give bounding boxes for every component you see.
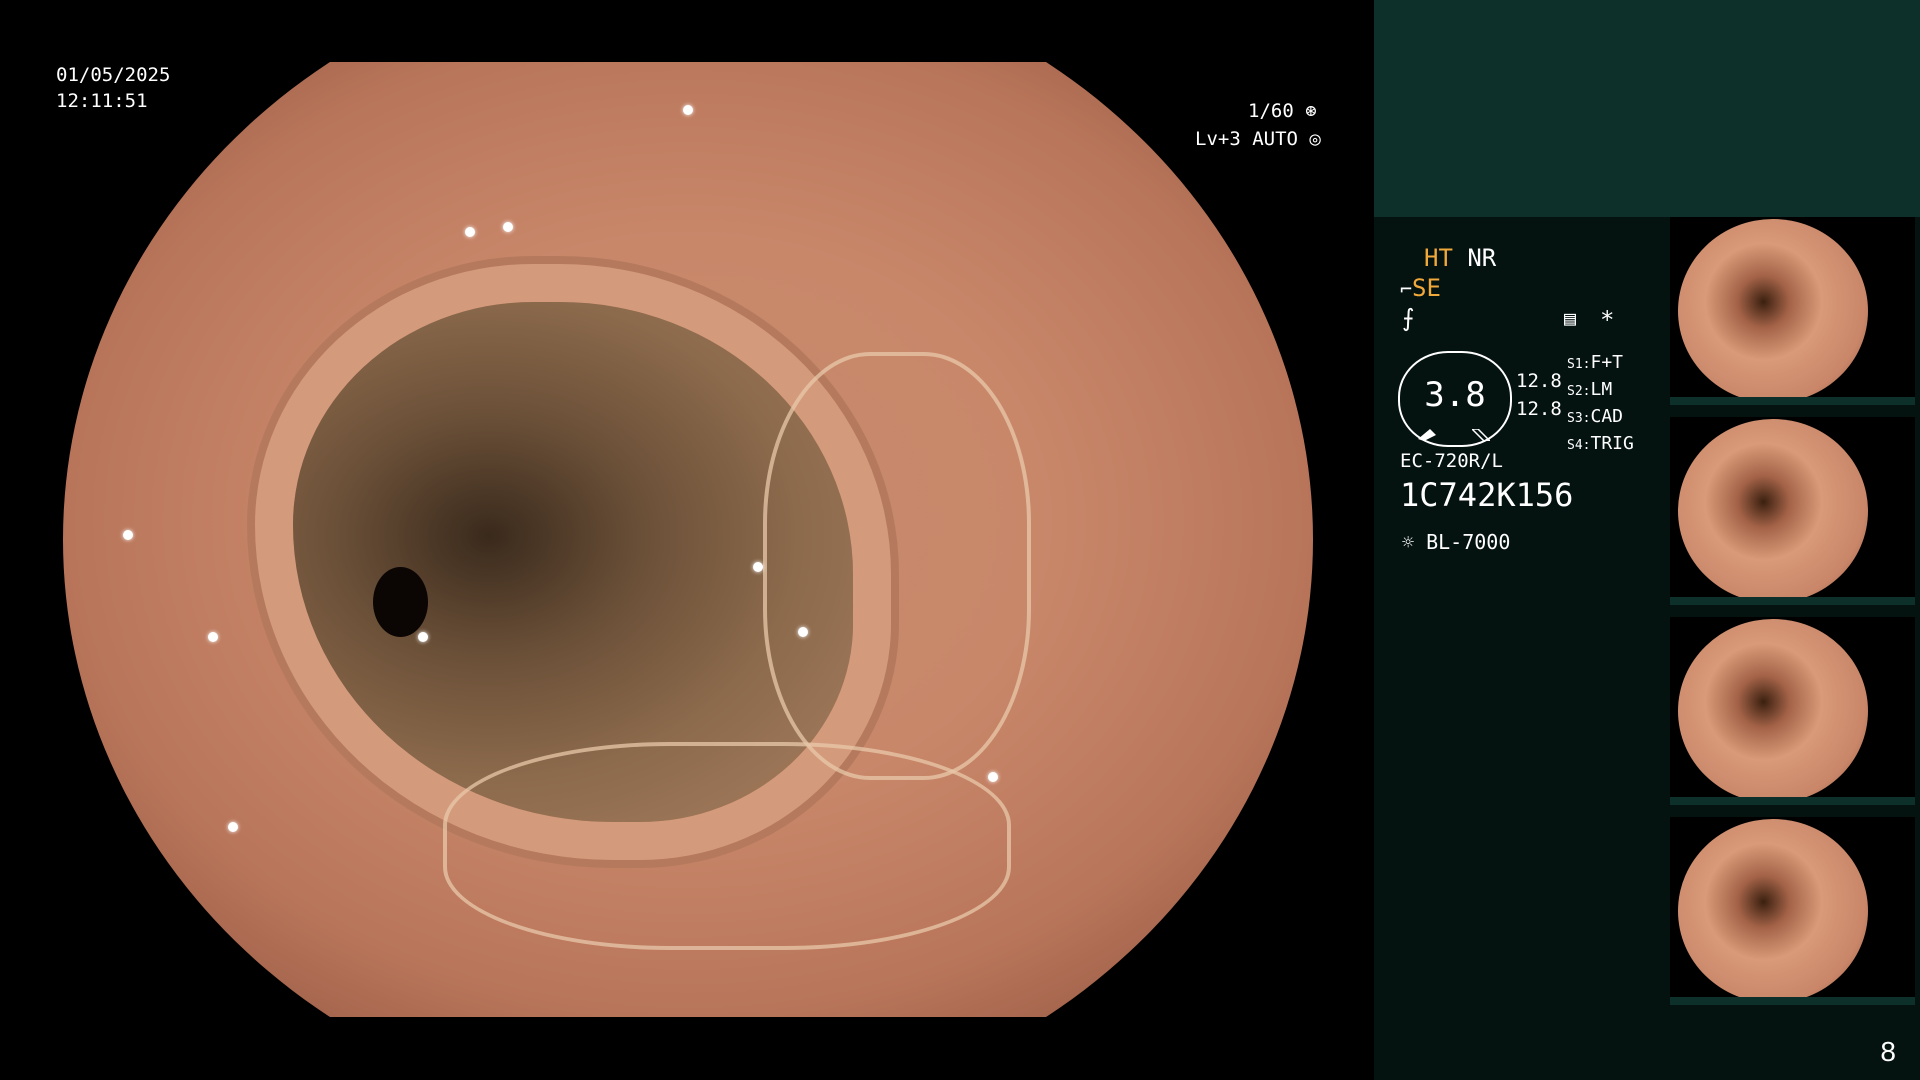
light-source-row: ☼ BL-7000 — [1402, 530, 1510, 554]
lumen-opening — [373, 567, 428, 637]
mode-ht: HT — [1424, 244, 1453, 272]
light-source-icon: ☼ — [1402, 530, 1415, 554]
light-reflection — [465, 227, 475, 237]
mode-nr: NR — [1467, 244, 1497, 272]
capture-time: 12:11:51 — [56, 90, 148, 112]
switch-key: S4: — [1567, 438, 1591, 453]
gauge-right-marker-icon — [1472, 429, 1490, 441]
se-row: ⌐SE — [1400, 274, 1441, 302]
switch-item: S1:F+T — [1567, 350, 1634, 377]
light-reflection — [683, 105, 693, 115]
thumbnail-strip — [1670, 215, 1920, 1015]
mucosal-fold — [443, 742, 1011, 950]
memory-icon: ▤ — [1564, 306, 1577, 330]
shutter-speed-row: 1/60 ⊛ — [1248, 98, 1317, 124]
light-reflection — [988, 772, 998, 782]
light-source: BL-7000 — [1426, 530, 1511, 554]
switch-value: LM — [1590, 379, 1613, 400]
switch-value: TRIG — [1590, 433, 1634, 454]
switch-value: CAD — [1590, 406, 1623, 427]
endoscope-view: 01/05/2025 12:11:51 1/60 ⊛ Lv+3 AUTO ◎ — [0, 0, 1374, 1080]
light-reflection — [798, 627, 808, 637]
asterisk-indicator: * — [1600, 306, 1615, 334]
light-reflection — [123, 530, 133, 540]
light-reflection — [753, 562, 763, 572]
capture-date: 01/05/2025 — [56, 64, 171, 86]
shutter-speed: 1/60 — [1248, 100, 1294, 122]
tube-icon: ⌐ — [1400, 277, 1413, 301]
reading-1: 12.8 — [1516, 370, 1562, 392]
exposure-level-row: Lv+3 AUTO ◎ — [1195, 126, 1321, 152]
panel-header-area — [1374, 0, 1920, 217]
info-panel: HT NR ⌐SE ⨍ ▤ * 3.8 12.8 12.8 S1:F+T S2:… — [1374, 0, 1920, 1080]
reading-2: 12.8 — [1516, 398, 1562, 420]
freeze-icon: ⨍ — [1402, 304, 1415, 332]
gauge-left-marker-icon — [1418, 429, 1436, 441]
mucosal-fold — [763, 352, 1031, 780]
thumbnail-3[interactable] — [1670, 617, 1915, 805]
switch-item: S3:CAD — [1567, 404, 1634, 431]
light-reflection — [228, 822, 238, 832]
switch-item: S4:TRIG — [1567, 431, 1634, 458]
switch-value: F+T — [1590, 352, 1623, 373]
scope-serial: 1C742K156 — [1400, 476, 1574, 514]
exposure-level: Lv+3 AUTO — [1195, 128, 1298, 150]
light-reflection — [503, 222, 513, 232]
light-reflection — [418, 632, 428, 642]
endoscopic-image — [63, 62, 1313, 1017]
thumbnail-1[interactable] — [1670, 217, 1915, 405]
se-label: SE — [1412, 274, 1441, 302]
light-reflection — [208, 632, 218, 642]
switch-item: S2:LM — [1567, 377, 1634, 404]
aperture-icon: ⊛ — [1305, 100, 1317, 122]
iris-icon: ◎ — [1309, 128, 1321, 150]
switch-key: S2: — [1567, 384, 1591, 399]
switch-key: S1: — [1567, 357, 1591, 372]
scope-model: EC-720R/L — [1400, 450, 1503, 472]
thumbnail-4[interactable] — [1670, 817, 1915, 1005]
page-number: 8 — [1880, 1036, 1896, 1067]
gauge-value: 3.8 — [1424, 375, 1486, 415]
switch-list: S1:F+T S2:LM S3:CAD S4:TRIG — [1567, 350, 1634, 458]
switch-key: S3: — [1567, 411, 1591, 426]
gauge: 3.8 — [1398, 351, 1512, 447]
mode-row: HT NR — [1424, 244, 1496, 272]
thumbnail-2[interactable] — [1670, 417, 1915, 605]
